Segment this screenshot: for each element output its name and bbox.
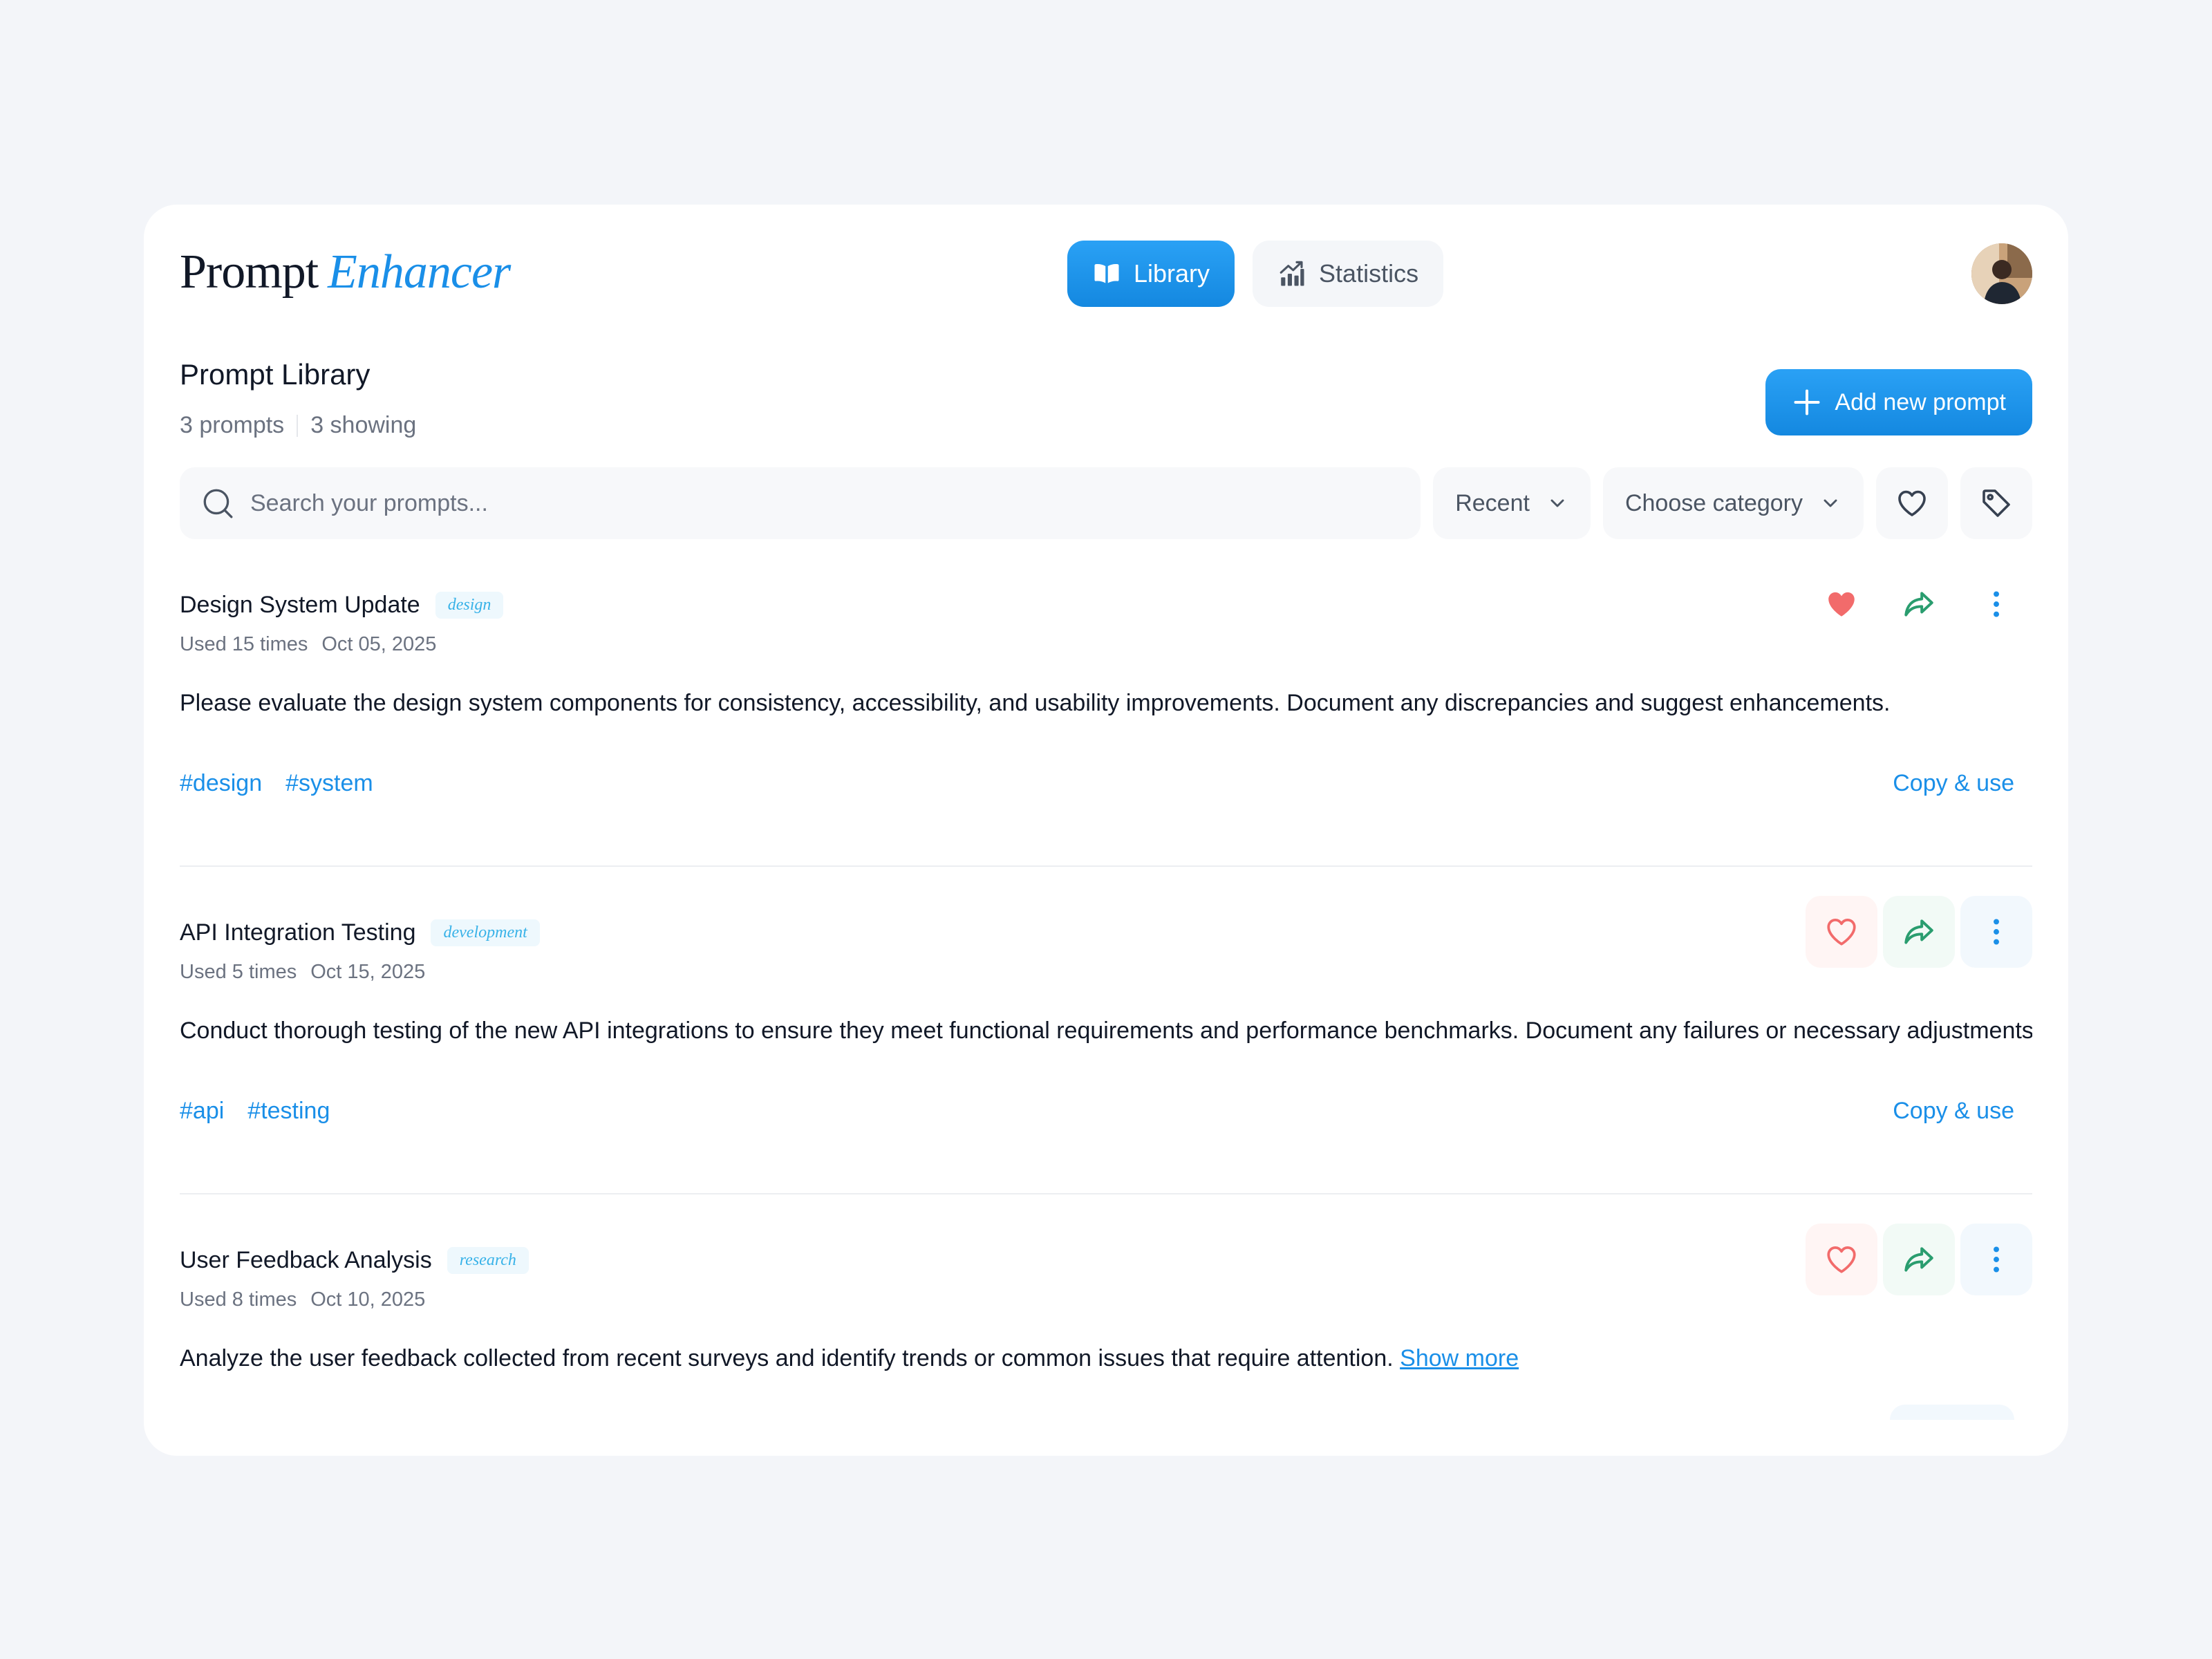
share-button[interactable] (1883, 1224, 1955, 1295)
more-options-button[interactable] (1960, 1224, 2032, 1295)
category-select[interactable]: Choose category (1602, 467, 1864, 539)
plus-icon (1794, 389, 1820, 415)
divider (180, 865, 2032, 867)
usage-count: Used 5 times (180, 961, 297, 983)
prompt-date: Oct 10, 2025 (310, 1288, 426, 1311)
favorite-button[interactable] (1806, 1224, 1877, 1295)
more-vertical-icon (1994, 1246, 1999, 1273)
add-new-prompt-label: Add new prompt (1835, 388, 2006, 415)
avatar-image (1971, 243, 2032, 304)
add-new-prompt-button[interactable]: Add new prompt (1765, 369, 2032, 435)
category-badge: design (435, 592, 504, 619)
heart-filled-icon (1828, 592, 1855, 617)
copy-and-use-button-partial[interactable] (1890, 1405, 2014, 1420)
tag-link[interactable]: #system (285, 770, 373, 797)
prompt-card: Design System Update design Used 15 time… (180, 591, 2032, 813)
category-select-value: Choose category (1624, 489, 1803, 516)
tab-library[interactable]: Library (1067, 241, 1235, 307)
prompt-title[interactable]: User Feedback Analysis (180, 1247, 432, 1274)
tag-link[interactable]: #testing (247, 1098, 330, 1125)
favorites-filter-button[interactable] (1876, 467, 1948, 539)
bar-chart-icon (1280, 261, 1304, 286)
tag-list: #api #testing (180, 1098, 330, 1125)
show-more-link[interactable]: Show more (1400, 1345, 1519, 1371)
prompt-title[interactable]: API Integration Testing (180, 919, 415, 946)
tag-link[interactable]: #design (180, 770, 262, 797)
favorite-button[interactable] (1806, 568, 1877, 640)
filter-toolbar: Recent Choose category (180, 467, 2032, 539)
tab-statistics[interactable]: Statistics (1253, 241, 1444, 307)
tag-icon (1983, 489, 2010, 517)
chevron-down-icon (1824, 499, 1837, 507)
prompt-meta: Used 15 times Oct 05, 2025 (180, 633, 436, 656)
prompt-title-row: API Integration Testing development (180, 919, 540, 946)
share-button[interactable] (1883, 896, 1955, 968)
share-icon (1904, 919, 1933, 944)
total-count: 3 prompts (180, 412, 285, 438)
copy-and-use-button[interactable]: Copy & use (1893, 1098, 2014, 1125)
usage-count: Used 15 times (180, 633, 308, 655)
more-vertical-icon (1994, 919, 1999, 945)
prompt-card: User Feedback Analysis research Used 8 t… (180, 1224, 2032, 1420)
prompt-description: Conduct thorough testing of the new API … (180, 1018, 2032, 1044)
prompt-description: Analyze the user feedback collected from… (180, 1345, 2032, 1372)
prompt-title[interactable]: Design System Update (180, 592, 420, 619)
tag-link[interactable]: #api (180, 1098, 224, 1125)
usage-count: Used 8 times (180, 1288, 297, 1311)
user-avatar[interactable] (1971, 243, 2032, 304)
prompt-meta: Used 5 times Oct 15, 2025 (180, 961, 425, 984)
heart-icon (1827, 1246, 1856, 1273)
search-box (180, 467, 1421, 539)
tags-filter-button[interactable] (1960, 467, 2032, 539)
app-logo[interactable]: Prompt Enhancer (180, 245, 511, 300)
heart-icon (1827, 919, 1856, 946)
prompt-counts: 3 prompts 3 showing (180, 412, 416, 439)
category-badge: research (447, 1247, 529, 1274)
category-badge: development (431, 919, 540, 946)
logo-text-prompt: Prompt (180, 245, 319, 299)
count-divider (297, 414, 299, 437)
heart-icon (1898, 490, 1926, 516)
tab-statistics-label: Statistics (1319, 259, 1419, 288)
more-options-button[interactable] (1960, 568, 2032, 640)
chevron-down-icon (1550, 499, 1564, 507)
search-icon (203, 489, 233, 518)
prompt-date: Oct 05, 2025 (321, 633, 437, 655)
showing-count: 3 showing (310, 412, 417, 438)
logo-text-enhancer: Enhancer (328, 245, 511, 299)
prompt-description-text: Analyze the user feedback collected from… (180, 1345, 1394, 1371)
prompt-title-row: User Feedback Analysis research (180, 1247, 529, 1274)
prompt-meta: Used 8 times Oct 10, 2025 (180, 1288, 425, 1311)
prompt-actions (1806, 1224, 2032, 1295)
book-icon (1094, 264, 1119, 283)
tab-library-label: Library (1134, 259, 1210, 288)
share-button[interactable] (1883, 568, 1955, 640)
prompt-actions (1806, 896, 2032, 968)
prompt-card: API Integration Testing development Used… (180, 896, 2032, 1141)
more-options-button[interactable] (1960, 896, 2032, 968)
main-nav: Library Statistics (1067, 241, 1444, 307)
share-icon (1904, 1247, 1933, 1272)
page-title: Prompt Library (180, 358, 371, 391)
app-card: Prompt Enhancer Library Statistics Promp… (144, 205, 2068, 1456)
prompt-title-row: Design System Update design (180, 592, 504, 619)
prompt-description: Please evaluate the design system compon… (180, 690, 1891, 716)
sort-select[interactable]: Recent (1433, 467, 1591, 539)
share-icon (1904, 592, 1933, 617)
prompt-actions (1806, 568, 2032, 640)
sort-select-value: Recent (1455, 489, 1530, 516)
copy-and-use-button[interactable]: Copy & use (1893, 770, 2014, 797)
app-content: Prompt Enhancer Library Statistics Promp… (180, 205, 2032, 1420)
more-vertical-icon (1994, 591, 1999, 617)
favorite-button[interactable] (1806, 896, 1877, 968)
divider (180, 1193, 2032, 1194)
tag-list: #design #system (180, 770, 373, 797)
prompt-date: Oct 15, 2025 (310, 961, 426, 983)
search-input[interactable] (249, 489, 1400, 518)
